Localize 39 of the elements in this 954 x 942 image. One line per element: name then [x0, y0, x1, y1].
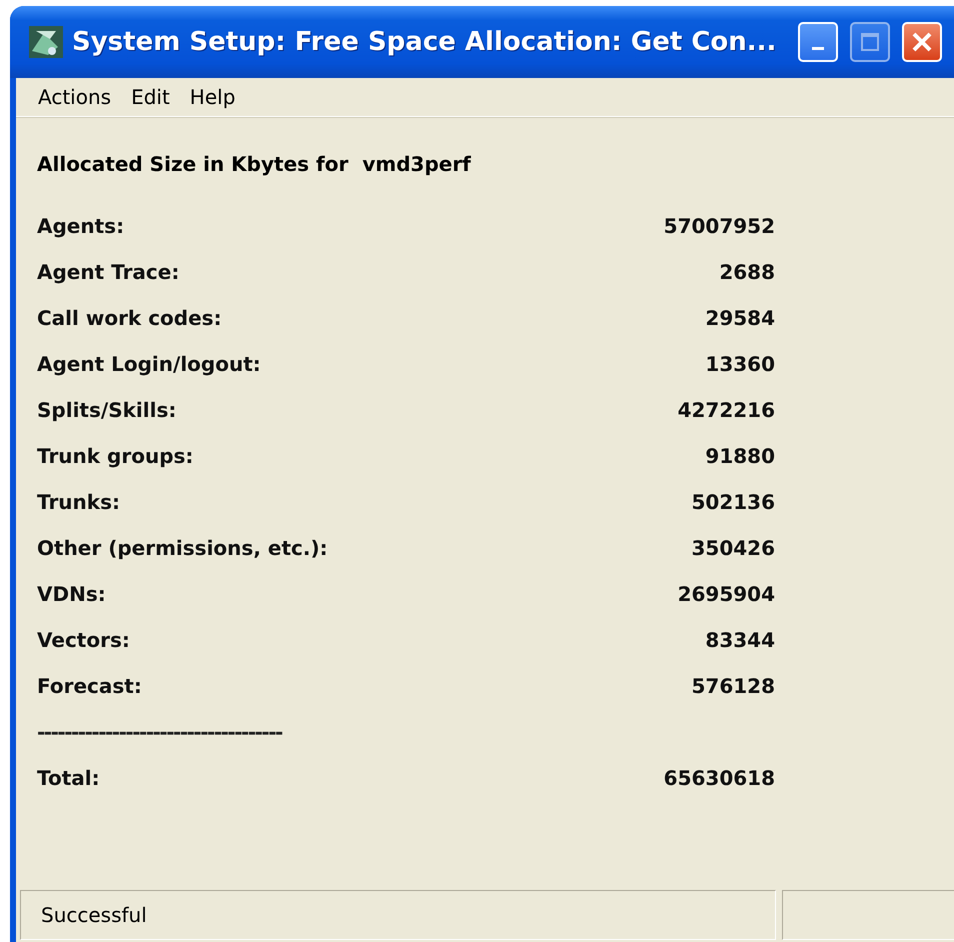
field-value: 65630618: [664, 766, 775, 790]
field-value: 57007952: [664, 214, 775, 238]
field-value: 13360: [705, 352, 775, 376]
field-label: Total:: [37, 766, 100, 790]
field-label: Trunk groups:: [37, 444, 194, 468]
heading-label: Allocated Size in Kbytes for: [37, 152, 348, 176]
field-label: Agents:: [37, 214, 124, 238]
field-label: Call work codes:: [37, 306, 222, 330]
maximize-icon: [860, 32, 880, 52]
field-label: Splits/Skills:: [37, 398, 176, 422]
minimize-button[interactable]: [798, 22, 838, 62]
minimize-icon: [812, 46, 824, 50]
field-label: Vectors:: [37, 628, 130, 652]
field-value: 91880: [705, 444, 775, 468]
menu-item[interactable]: Edit: [121, 85, 180, 109]
field-label: Agent Login/logout:: [37, 352, 261, 376]
maximize-button[interactable]: [850, 22, 890, 62]
field-value: 350426: [692, 536, 775, 560]
system-name: vmd3perf: [362, 152, 471, 176]
field-label: Agent Trace:: [37, 260, 180, 284]
field-value: 83344: [705, 628, 775, 652]
menu-item[interactable]: Help: [180, 85, 246, 109]
status-message: Successful: [20, 890, 776, 940]
app-icon: [28, 25, 64, 59]
field-label: Trunks:: [37, 490, 120, 514]
field-value: 2695904: [678, 582, 775, 606]
window-title: System Setup: Free Space Allocation: Get Con...: [72, 27, 776, 57]
close-button[interactable]: [902, 22, 942, 62]
menu-item[interactable]: Actions: [28, 85, 122, 109]
field-value: 502136: [692, 490, 775, 514]
separator-line: ------------------------------------: [37, 719, 284, 746]
field-value: 576128: [692, 674, 775, 698]
field-value: 4272216: [678, 398, 775, 422]
close-icon: [911, 31, 934, 53]
field-label: Forecast:: [37, 674, 142, 698]
field-value: 2688: [719, 260, 775, 284]
field-label: Other (permissions, etc.):: [37, 536, 328, 560]
field-label: VDNs:: [37, 582, 106, 606]
field-value: 29584: [705, 306, 775, 330]
